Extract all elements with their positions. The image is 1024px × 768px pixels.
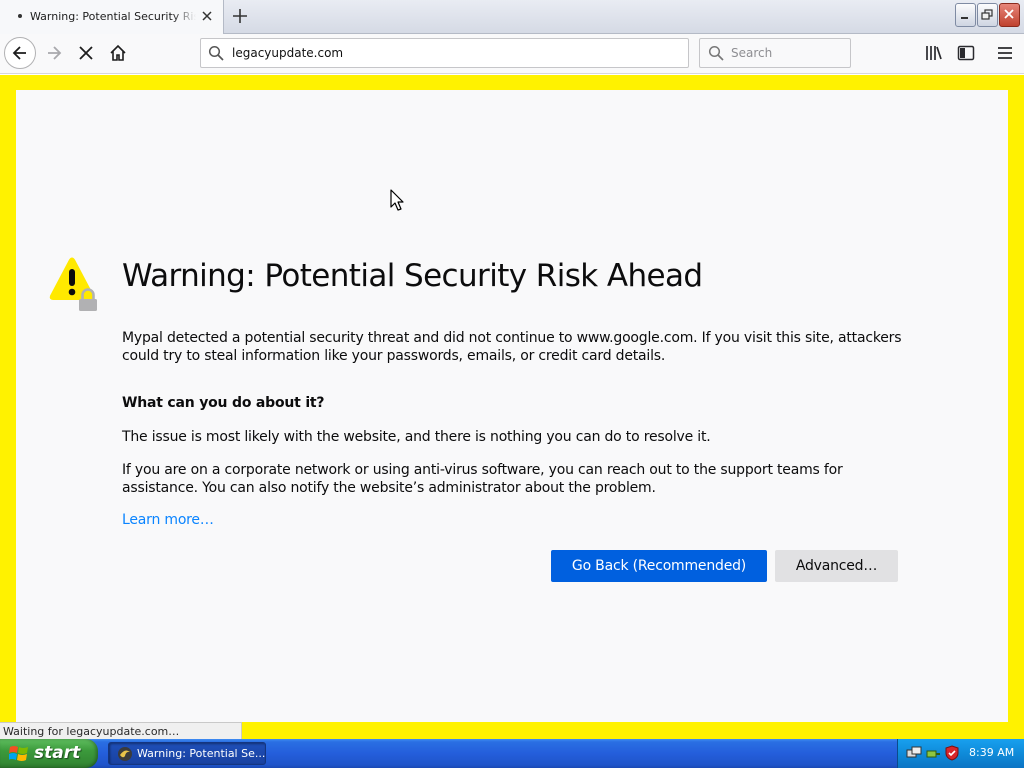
start-button[interactable]: start [0,739,98,768]
go-back-button[interactable]: Go Back (Recommended) [551,550,767,582]
security-shield-icon[interactable] [944,745,960,761]
tab-strip: Warning: Potential Security Risk Ahead [0,0,1024,34]
windows-logo-icon [9,746,28,761]
warning-lock-icon [49,257,97,311]
start-label: start [34,743,81,763]
network-icon[interactable] [906,745,922,761]
address-bar[interactable] [200,38,689,68]
minimize-icon [961,17,968,19]
status-text: Waiting for legacyupdate.com… [0,722,242,739]
home-button[interactable] [106,41,130,65]
error-page: Warning: Potential Security Risk Ahead M… [16,90,1008,722]
advanced-button[interactable]: Advanced… [775,550,898,582]
page-title: Warning: Potential Security Risk Ahead [122,258,703,294]
what-can-you-do-heading: What can you do about it? [122,395,325,411]
search-bar[interactable] [699,38,851,68]
tab-title: Warning: Potential Security Risk Ahead [30,10,196,23]
search-input[interactable] [731,44,843,62]
loading-indicator-icon [18,14,22,18]
library-icon[interactable] [924,43,944,63]
intro-text: Mypal detected a potential security thre… [122,330,902,364]
taskbar-window-button[interactable]: Warning: Potential Se... [108,742,266,765]
safely-remove-icon[interactable] [925,745,941,761]
stop-button[interactable] [74,41,98,65]
stop-icon [79,46,93,60]
browser-icon [118,747,132,761]
minimize-button[interactable] [955,3,976,27]
url-input[interactable] [232,44,672,62]
restore-button[interactable] [977,3,998,27]
close-window-icon [1004,9,1014,19]
taskbar: start Warning: Potential Se... 8:39 AM [0,739,1024,768]
content-highlight-frame: Warning: Potential Security Risk Ahead M… [0,75,1024,739]
close-tab-icon[interactable] [200,9,214,23]
hamburger-menu-icon[interactable] [995,43,1015,63]
search-icon [208,45,224,61]
navigation-toolbar [0,34,1024,74]
mouse-cursor-icon [390,189,404,211]
taskbar-window-label: Warning: Potential Se... [137,747,266,760]
forward-button[interactable] [42,41,66,65]
new-tab-icon[interactable] [230,6,250,26]
tab-active[interactable]: Warning: Potential Security Risk Ahead [0,0,224,34]
forward-arrow-icon [48,46,62,60]
clock: 8:39 AM [969,746,1015,759]
search-icon [708,45,724,61]
home-icon [110,44,126,61]
support-text: If you are on a corporate network or usi… [122,462,843,496]
restore-icon [981,9,993,20]
close-window-button[interactable] [999,3,1020,27]
back-arrow-icon [12,46,26,60]
back-button[interactable] [4,37,36,69]
sidebar-icon[interactable] [956,43,976,63]
issue-text: The issue is most likely with the websit… [122,429,711,445]
system-tray: 8:39 AM [897,739,1024,768]
learn-more-link[interactable]: Learn more… [122,512,214,528]
